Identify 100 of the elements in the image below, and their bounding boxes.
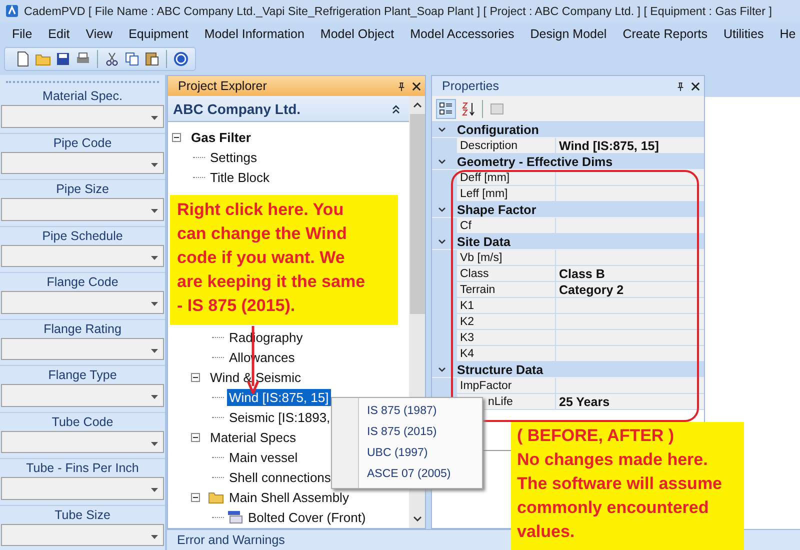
tree-item[interactable]: Main vessel — [227, 448, 300, 466]
chevron-icon[interactable] — [438, 367, 446, 372]
tree-item[interactable]: Seismic [IS:1893, — [227, 408, 332, 426]
menu-item[interactable]: Model Object — [312, 27, 402, 41]
property-name: K4 — [457, 346, 556, 361]
field-label: Pipe Size — [55, 181, 110, 198]
collapse-toggle-icon[interactable] — [191, 432, 200, 442]
category-label: Structure Data — [457, 362, 544, 376]
callout-heading: ( BEFORE, AFTER ) — [517, 425, 676, 447]
close-icon[interactable] — [691, 82, 700, 90]
caret-icon — [151, 488, 158, 492]
caret-icon — [151, 442, 158, 446]
menu-item[interactable]: ASCE 07 (2005) — [332, 464, 482, 485]
menu-item[interactable]: Model Accessories — [402, 27, 522, 41]
menu-item[interactable]: View — [78, 27, 121, 41]
close-icon[interactable] — [412, 82, 421, 90]
tree-item[interactable]: Title Block — [208, 168, 272, 186]
menu-item[interactable]: File — [4, 27, 40, 41]
pin-icon[interactable] — [676, 82, 685, 90]
dropdown-field[interactable] — [1, 430, 164, 453]
collapse-icon[interactable] — [391, 104, 401, 114]
component-icon — [227, 510, 243, 524]
property-name: K2 — [457, 314, 556, 329]
field-label: Tube - Fins Per Inch — [25, 460, 140, 477]
scroll-up-icon[interactable] — [412, 102, 422, 108]
category-label: Geometry - Effective Dims — [457, 154, 613, 168]
dropdown-field[interactable] — [1, 477, 164, 500]
menu-item[interactable]: IS 875 (2015) — [332, 422, 482, 443]
caret-icon — [151, 162, 158, 166]
property-name: Vb [m/s] — [457, 250, 556, 265]
chevron-icon[interactable] — [438, 127, 446, 132]
caret-icon — [151, 395, 158, 399]
field-label: Pipe Code — [52, 134, 113, 152]
caret-icon — [151, 256, 158, 260]
folder-icon — [208, 490, 224, 504]
dropdown-field[interactable] — [1, 338, 164, 360]
dropdown-field[interactable] — [1, 105, 164, 128]
field-label: Pipe Schedule — [41, 228, 124, 244]
property-value: 25 Years — [559, 395, 610, 409]
category-label: Configuration — [457, 122, 539, 136]
caret-icon — [151, 534, 158, 538]
app-icon — [5, 4, 19, 18]
tree-item[interactable]: Settings — [208, 148, 259, 166]
property-name: Description — [457, 138, 556, 153]
chevron-icon[interactable] — [438, 159, 446, 164]
property-name: K1 — [457, 298, 556, 313]
dropdown-field[interactable] — [1, 198, 164, 220]
tree-item[interactable]: Main Shell Assembly — [227, 488, 351, 506]
field-label: Flange Code — [46, 274, 120, 291]
scissors-icon[interactable] — [104, 51, 120, 67]
tree-item[interactable]: Material Specs — [208, 428, 298, 446]
copy-icon[interactable] — [124, 51, 140, 67]
property-value: Class B — [559, 267, 605, 281]
collapse-toggle-icon[interactable] — [172, 132, 181, 142]
menu-item[interactable]: Design Model — [522, 27, 615, 41]
sort-icon[interactable] — [459, 100, 477, 118]
field-label: Tube Code — [50, 414, 114, 430]
caret-icon — [151, 116, 158, 120]
tree-item[interactable]: Bolted Cover (Front) — [246, 508, 368, 526]
tree-item[interactable]: Wind & Seismic — [208, 368, 304, 386]
menu-item[interactable]: Model Information — [196, 27, 312, 41]
tree-item[interactable]: Gas Filter — [189, 128, 253, 146]
dropdown-field[interactable] — [1, 291, 164, 314]
chevron-icon[interactable] — [438, 239, 446, 244]
dropdown-field[interactable] — [1, 524, 164, 546]
paste-icon[interactable] — [144, 51, 160, 67]
save-icon[interactable] — [55, 51, 71, 67]
dropdown-field[interactable] — [1, 152, 164, 174]
menu-item[interactable]: Equipment — [120, 27, 196, 41]
tree-item[interactable]: Shell connections — [227, 468, 333, 486]
collapse-toggle-icon[interactable] — [191, 492, 200, 502]
property-name: Deff [mm] — [457, 170, 556, 185]
menu-item[interactable]: Edit — [40, 27, 78, 41]
caret-icon — [151, 348, 158, 352]
caret-icon — [151, 209, 158, 213]
new-file-icon[interactable] — [15, 51, 31, 67]
menu-item[interactable]: He — [772, 27, 800, 41]
property-name: K3 — [457, 330, 556, 345]
window-title: CademPVD [ File Name : ABC Company Ltd._Vapi Site_Refrigeration Plant_Soap Plant ] [ Project : ABC Company Ltd. ] [ Equipment : Gas Filter ] — [24, 4, 772, 18]
field-label: Flange Type — [47, 367, 118, 384]
categorized-icon[interactable] — [436, 98, 456, 118]
dropdown-field[interactable] — [1, 244, 164, 267]
pin-icon[interactable] — [397, 82, 406, 90]
scroll-down-icon[interactable] — [412, 516, 422, 522]
chevron-icon[interactable] — [438, 207, 446, 212]
collapse-toggle-icon[interactable] — [191, 372, 200, 382]
property-name: Terrain — [457, 282, 556, 297]
tree-item[interactable]: Wind [IS:875, 15] — [227, 388, 331, 406]
panel-title: Project Explorer — [178, 79, 267, 93]
property-value: Wind [IS:875, 15] — [559, 139, 659, 153]
menu-item[interactable]: UBC (1997) — [332, 443, 482, 464]
property-name: Leff [mm] — [457, 186, 556, 201]
property-name: Class — [457, 266, 556, 281]
dropdown-field[interactable] — [1, 384, 164, 406]
menu-item[interactable]: Utilities — [715, 27, 772, 41]
property-value: Category 2 — [559, 283, 624, 297]
menu-item[interactable]: Create Reports — [614, 27, 716, 41]
company-name: ABC Company Ltd. — [173, 100, 301, 116]
panel-title: Properties — [442, 79, 499, 93]
callout-note: Right click here. You can change the Wind code if you want. We are keeping it the same - IS 875 (2015). — [170, 195, 398, 325]
